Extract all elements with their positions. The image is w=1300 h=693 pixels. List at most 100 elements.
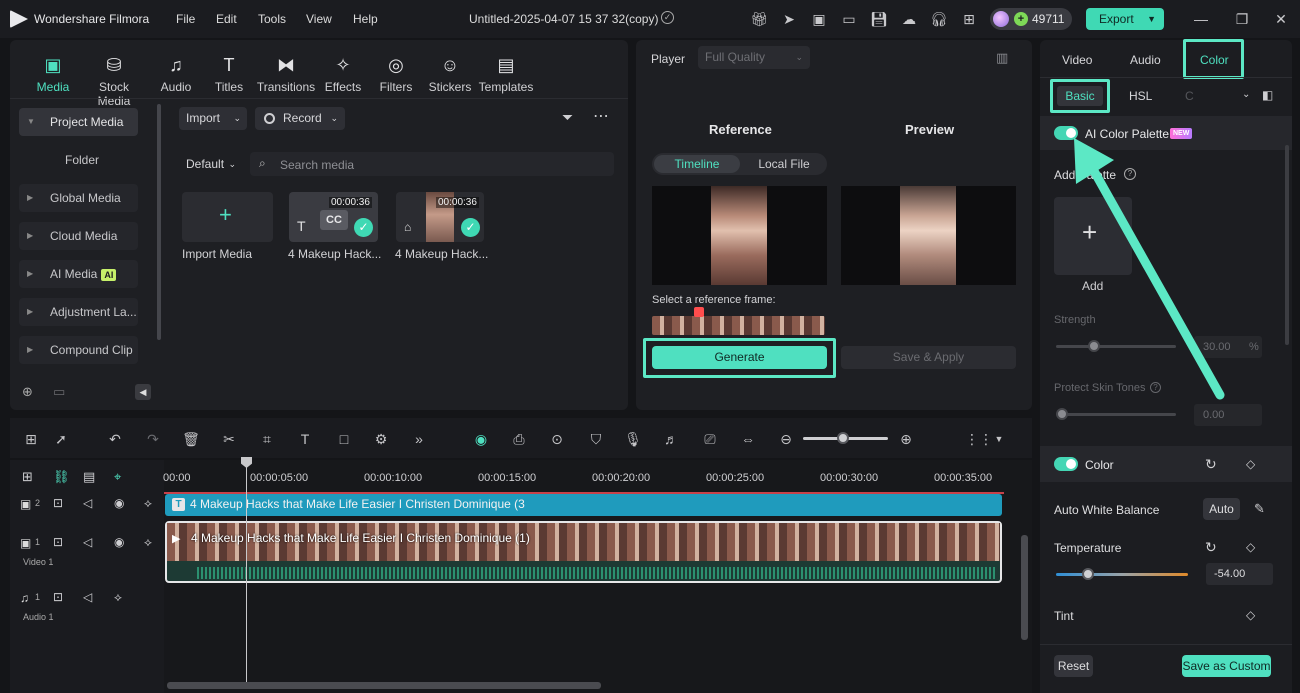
temperature-slider-knob[interactable] (1082, 568, 1094, 580)
tab-local-file[interactable]: Local File (742, 155, 826, 173)
render-icon[interactable]: ⎚ (701, 430, 719, 448)
menu-file[interactable]: File (176, 12, 195, 26)
compare-view-icon[interactable]: ▥ (996, 50, 1008, 66)
folder-icon[interactable]: ▭ (53, 384, 65, 400)
restore-icon[interactable]: ❐ (1233, 10, 1251, 28)
sidebar-item-compound-clip[interactable]: ▶ Compound Clip (19, 336, 138, 364)
minimize-icon[interactable]: — (1192, 10, 1210, 28)
redo-icon[interactable]: ↷ (144, 430, 162, 448)
panel-scrollbar[interactable] (1285, 145, 1289, 345)
track-layout-icon[interactable]: ▤ (83, 469, 95, 485)
shield-icon[interactable]: ⛉ (587, 430, 605, 448)
save-apply-button[interactable]: Save & Apply (841, 346, 1016, 369)
record-button[interactable]: Record ⌄ (255, 107, 345, 130)
collapse-sidebar-icon[interactable]: ◀ (135, 384, 151, 400)
zoom-in-icon[interactable]: ⊕ (897, 430, 915, 448)
save-as-custom-button[interactable]: Save as Custom (1182, 655, 1271, 677)
keyframe-diamond-icon[interactable]: ◇ (1246, 540, 1255, 554)
subtab-more[interactable]: C (1185, 89, 1194, 103)
sidebar-item-cloud-media[interactable]: ▶ Cloud Media (19, 222, 138, 250)
track-options-icon[interactable]: ⋮⋮ (965, 430, 993, 448)
keyframe-diamond-icon[interactable]: ◇ (1246, 457, 1255, 471)
timeline-horizontal-scrollbar[interactable] (167, 682, 601, 689)
sidebar-scrollbar[interactable] (157, 104, 161, 340)
text-icon[interactable]: T (296, 430, 314, 448)
camera-icon[interactable]: ⎙ (510, 430, 528, 448)
more-tools-icon[interactable]: » (410, 430, 428, 448)
tab-color[interactable]: Color (1200, 53, 1229, 67)
fit-icon[interactable]: ⇔ (739, 430, 757, 448)
menu-tools[interactable]: Tools (258, 12, 286, 26)
snap-icon[interactable]: ⌖ (114, 469, 121, 485)
media-item-video-clip[interactable]: ⌂ 00:00:36 ✓ (396, 192, 484, 242)
tab-stickers[interactable]: ☺ Stickers (419, 54, 481, 94)
lock-icon[interactable]: ⊡ (53, 496, 63, 510)
tab-timeline[interactable]: Timeline (654, 155, 740, 173)
microphone-icon[interactable]: 🎙︎ (624, 430, 642, 448)
effects-icon[interactable]: ⟡ (144, 496, 152, 511)
sidebar-item-ai-media[interactable]: ▶ AI Media AI (19, 260, 138, 288)
layout-grid-icon[interactable]: ⊞ (22, 430, 40, 448)
lock-icon[interactable]: ⊡ (53, 535, 63, 549)
sidebar-item-project-media[interactable]: ▼ Project Media (19, 108, 138, 136)
new-folder-icon[interactable]: ⊕ (22, 384, 33, 400)
select-cursor-icon[interactable]: ➚ (52, 430, 70, 448)
gift-icon[interactable]: 🎁︎ (750, 10, 768, 28)
audio-list-icon[interactable]: ♬ (662, 430, 680, 448)
menu-help[interactable]: Help (353, 12, 378, 26)
shape-icon[interactable]: □ (335, 430, 353, 448)
chevron-down-icon[interactable]: ⌄ (1242, 89, 1250, 100)
search-box[interactable]: ⌕ Search media (250, 152, 614, 176)
media-item-title-clip[interactable]: T CC 00:00:36 ✓ (289, 192, 378, 242)
sidebar-item-adjustment-layer[interactable]: ▶ Adjustment La... (19, 298, 138, 326)
playhead-line[interactable] (246, 460, 247, 682)
effects-icon[interactable]: ⟡ (114, 590, 122, 605)
reset-icon[interactable]: ↻ (1205, 539, 1217, 556)
undo-icon[interactable]: ↶ (106, 430, 124, 448)
eye-icon[interactable]: ◉ (114, 535, 124, 549)
tab-templates[interactable]: ▤ Templates (475, 54, 537, 94)
timeline-vertical-scrollbar[interactable] (1021, 535, 1028, 640)
lock-icon[interactable]: ⊡ (53, 590, 63, 604)
color-match-icon[interactable]: ⚙ (372, 430, 390, 448)
tab-audio-props[interactable]: Audio (1130, 53, 1161, 67)
cloud-upload-icon[interactable]: ☁ (900, 10, 918, 28)
menu-edit[interactable]: Edit (216, 12, 237, 26)
panel-layout-icon[interactable]: ◧ (1262, 88, 1273, 102)
menu-view[interactable]: View (306, 12, 332, 26)
tab-titles[interactable]: T Titles (198, 54, 260, 94)
eye-icon[interactable]: ◉ (114, 496, 124, 510)
ai-robot-icon[interactable]: ◉ (472, 430, 490, 448)
add-track-icon[interactable]: ⊞ (22, 469, 33, 485)
sidebar-item-global-media[interactable]: ▶ Global Media (19, 184, 138, 212)
link-icon[interactable]: ⛓ (53, 469, 70, 485)
template-icon[interactable]: ▣ (810, 10, 828, 28)
tab-media[interactable]: ▣ Media (22, 54, 84, 94)
export-button[interactable]: Export ▼ (1086, 8, 1164, 30)
frame-marker-icon[interactable] (694, 307, 704, 317)
speaker-icon[interactable]: ◁ (83, 535, 92, 549)
temperature-slider[interactable] (1056, 573, 1188, 576)
tab-transitions[interactable]: ⧓ Transitions (255, 54, 317, 94)
reference-frame-strip[interactable] (652, 316, 825, 335)
video-clip[interactable]: ▶ 4 Makeup Hacks that Make Life Easier I… (165, 521, 1002, 583)
title-clip[interactable]: T 4 Makeup Hacks that Make Life Easier I… (165, 494, 1002, 516)
headset-icon[interactable]: 🎧︎ (930, 10, 948, 28)
close-icon[interactable]: ✕ (1272, 10, 1290, 28)
filter-icon[interactable]: ⏷ (562, 109, 573, 126)
generate-button[interactable]: Generate (652, 346, 827, 369)
crop-icon[interactable]: ⌗ (258, 430, 276, 448)
color-toggle[interactable] (1054, 457, 1078, 471)
speaker-icon[interactable]: ◁ (83, 590, 92, 604)
sidebar-item-folder[interactable]: Folder (19, 146, 138, 174)
sort-dropdown[interactable]: Default ⌄ (180, 153, 240, 176)
search-input[interactable]: Search media (280, 158, 354, 172)
scissors-icon[interactable]: ✂ (220, 430, 238, 448)
auto-button[interactable]: Auto (1203, 498, 1240, 520)
account-pill[interactable]: + 49711 (990, 8, 1072, 30)
import-media-tile[interactable]: + (182, 192, 273, 242)
subtab-hsl[interactable]: HSL (1129, 89, 1152, 103)
tab-filters[interactable]: ◎ Filters (365, 54, 427, 94)
more-options-icon[interactable]: ⋯ (593, 106, 609, 126)
tab-video[interactable]: Video (1062, 53, 1092, 67)
